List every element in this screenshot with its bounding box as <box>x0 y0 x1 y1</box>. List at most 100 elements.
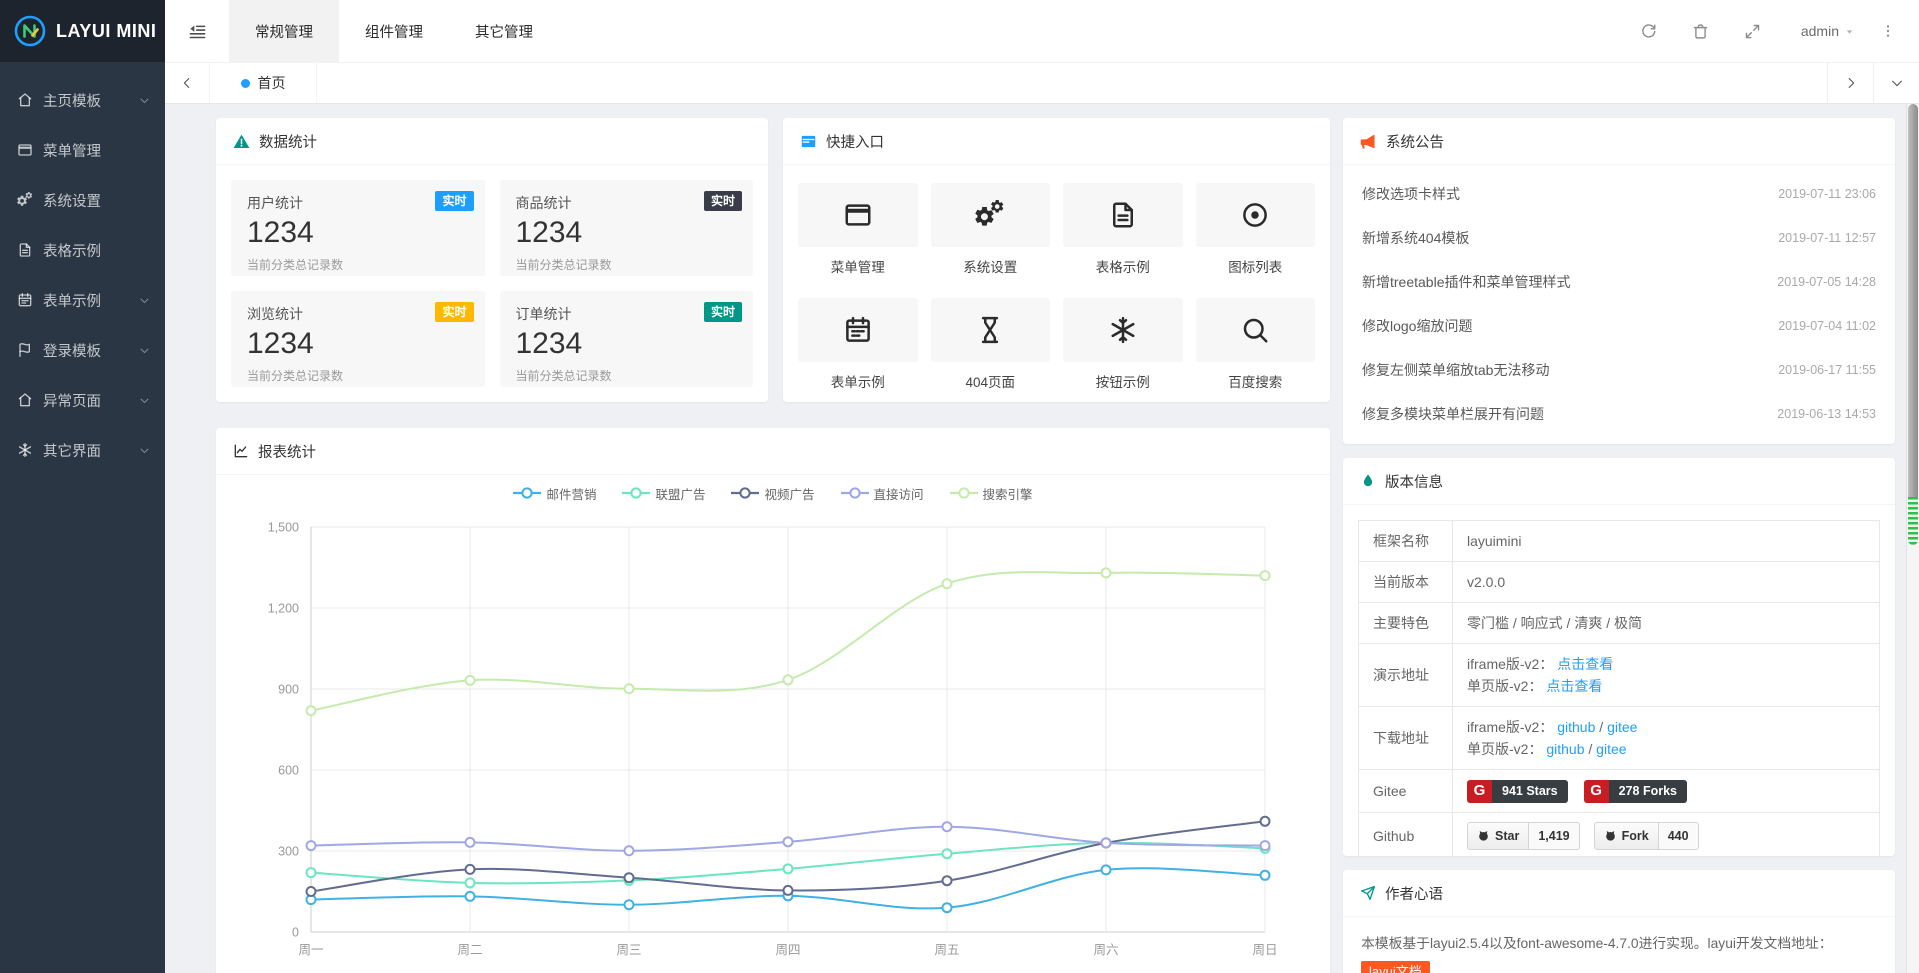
window-icon <box>17 142 33 158</box>
announcement-row[interactable]: 新增系统404模板2019-07-11 12:57 <box>1343 216 1895 260</box>
legend-item[interactable]: 直接访问 <box>841 484 924 503</box>
shortcut-label: 系统设置 <box>931 256 1051 276</box>
panel-header: 快捷入口 <box>783 118 1330 165</box>
announcement-date: 2019-07-11 23:06 <box>1778 187 1876 201</box>
shortcut-gears[interactable]: 系统设置 <box>931 183 1051 276</box>
tabs-dropdown-button[interactable] <box>1873 63 1919 103</box>
shortcut-label: 表格示例 <box>1063 256 1183 276</box>
header-nav-1[interactable]: 组件管理 <box>339 0 449 62</box>
svg-text:周一: 周一 <box>298 943 323 957</box>
svg-text:周三: 周三 <box>616 943 641 957</box>
github-badge[interactable]: Star1,419 <box>1467 822 1580 850</box>
sidebar-item-3[interactable]: 表格示例 <box>0 225 165 275</box>
refresh-button[interactable] <box>1623 23 1675 40</box>
card-icon <box>800 133 817 150</box>
sidebar: LAYUI MINI 主页模板菜单管理系统设置表格示例表单示例登录模板异常页面其… <box>0 0 165 973</box>
app-title: LAYUI MINI <box>56 21 156 42</box>
chart-legend: 邮件营销 联盟广告 视频广告 直接访问 搜索引擎 <box>216 475 1330 511</box>
gears-icon <box>975 200 1005 230</box>
version-link[interactable]: gitee <box>1607 719 1637 735</box>
scrollbar-thumb[interactable] <box>1908 104 1918 545</box>
chevron-down-icon <box>139 345 150 356</box>
announcement-row[interactable]: 修改选项卡样式 2019-07-11 23:06 <box>1343 172 1895 216</box>
more-menu-button[interactable] <box>1871 23 1905 39</box>
announcement-text: 修改选项卡样式 <box>1362 184 1460 204</box>
sidebar-item-0[interactable]: 主页模板 <box>0 75 165 125</box>
version-link[interactable]: 点击查看 <box>1546 678 1602 694</box>
version-link[interactable]: github <box>1557 719 1595 735</box>
version-row: 框架名称layuimini <box>1359 521 1880 562</box>
tab-home[interactable]: 首页 <box>209 63 317 103</box>
panel-title: 版本信息 <box>1385 471 1443 492</box>
shortcut-calendar[interactable]: 表单示例 <box>798 298 918 391</box>
outdent-icon <box>188 22 207 41</box>
gitee-badge[interactable]: G278 Forks <box>1584 780 1687 803</box>
shortcut-search[interactable]: 百度搜索 <box>1196 298 1316 391</box>
sidebar-item-5[interactable]: 登录模板 <box>0 325 165 375</box>
announcement-row[interactable]: 新增treetable插件和菜单管理样式2019-07-05 14:28 <box>1343 260 1895 304</box>
sidebar-item-label: 其它界面 <box>43 440 101 461</box>
send-icon <box>1360 885 1376 901</box>
announcement-row[interactable]: 修复左侧菜单缩放tab无法移动2019-06-17 11:55 <box>1343 348 1895 392</box>
layui-doc-badge[interactable]: layui文档 <box>1361 961 1430 973</box>
panel-author-words: 作者心语 本模板基于layui2.5.4以及font-awesome-4.7.0… <box>1343 870 1895 973</box>
github-badge[interactable]: Fork440 <box>1594 822 1699 850</box>
sidebar-item-4[interactable]: 表单示例 <box>0 275 165 325</box>
header-actions: admin <box>1623 0 1919 62</box>
sidebar-item-7[interactable]: 其它界面 <box>0 425 165 475</box>
legend-marker-icon <box>731 487 759 499</box>
announcement-date: 2019-07-11 12:57 <box>1778 231 1876 245</box>
panel-title: 数据统计 <box>259 131 317 152</box>
shortcut-window[interactable]: 菜单管理 <box>798 183 918 276</box>
header-nav-0[interactable]: 常规管理 <box>229 0 339 62</box>
calendar-icon <box>843 315 873 345</box>
announcement-row[interactable]: 修改logo缩放问题2019-07-04 11:02 <box>1343 304 1895 348</box>
stat-desc: 当前分类总记录数 <box>247 367 469 384</box>
author-text: 本模板基于layui2.5.4以及font-awesome-4.7.0进行实现。… <box>1343 917 1895 973</box>
svg-text:周二: 周二 <box>457 943 482 957</box>
shortcut-file[interactable]: 表格示例 <box>1063 183 1183 276</box>
user-menu[interactable]: admin <box>1801 23 1855 39</box>
top-header: 常规管理组件管理其它管理 admin <box>165 0 1919 62</box>
version-link[interactable]: github <box>1546 741 1584 757</box>
version-link[interactable]: gitee <box>1596 741 1626 757</box>
stat-card: 商品统计1234当前分类总记录数实时 <box>500 180 754 276</box>
stat-card: 浏览统计1234当前分类总记录数实时 <box>231 291 485 387</box>
svg-text:1,500: 1,500 <box>268 521 299 535</box>
chevron-down-icon <box>139 295 150 306</box>
flag-icon <box>17 342 33 358</box>
legend-item[interactable]: 视频广告 <box>731 484 814 503</box>
svg-text:900: 900 <box>278 683 299 697</box>
legend-item[interactable]: 搜索引擎 <box>950 484 1033 503</box>
fullscreen-button[interactable] <box>1727 23 1779 40</box>
sidebar-item-label: 菜单管理 <box>43 140 101 161</box>
header-nav-2[interactable]: 其它管理 <box>449 0 559 62</box>
shortcut-hourglass[interactable]: 404页面 <box>931 298 1051 391</box>
sidebar-item-label: 主页模板 <box>43 90 101 111</box>
version-link[interactable]: 点击查看 <box>1557 656 1613 672</box>
announcement-row[interactable]: 修复多模块菜单栏展开有问题2019-06-13 14:53 <box>1343 392 1895 436</box>
gitee-badge[interactable]: G941 Stars <box>1467 780 1568 803</box>
author-line1: 本模板基于layui2.5.4以及font-awesome-4.7.0进行实现。… <box>1361 936 1833 951</box>
sidebar-item-6[interactable]: 异常页面 <box>0 375 165 425</box>
sidebar-item-1[interactable]: 菜单管理 <box>0 125 165 175</box>
scrollbar-track[interactable] <box>1906 104 1919 973</box>
shortcut-snowflake[interactable]: 按钮示例 <box>1063 298 1183 391</box>
sidebar-item-2[interactable]: 系统设置 <box>0 175 165 225</box>
clear-cache-button[interactable] <box>1675 23 1727 40</box>
chevron-down-icon <box>139 95 150 106</box>
sidebar-item-label: 异常页面 <box>43 390 101 411</box>
shortcut-dot-circle[interactable]: 图标列表 <box>1196 183 1316 276</box>
panel-title: 报表统计 <box>258 441 316 462</box>
megaphone-icon <box>1360 133 1377 150</box>
app-logo[interactable]: LAYUI MINI <box>0 0 165 62</box>
tabs-scroll-right-button[interactable] <box>1827 63 1873 103</box>
shortcut-label: 404页面 <box>931 371 1051 391</box>
sidebar-toggle-button[interactable] <box>165 0 229 62</box>
panel-header: 版本信息 <box>1343 458 1895 505</box>
legend-item[interactable]: 邮件营销 <box>513 484 596 503</box>
version-row: GiteeG941 StarsG278 Forks <box>1359 770 1880 813</box>
tabs-scroll-left-button[interactable] <box>165 63 209 103</box>
chevron-down-icon <box>139 395 150 406</box>
legend-item[interactable]: 联盟广告 <box>622 484 705 503</box>
